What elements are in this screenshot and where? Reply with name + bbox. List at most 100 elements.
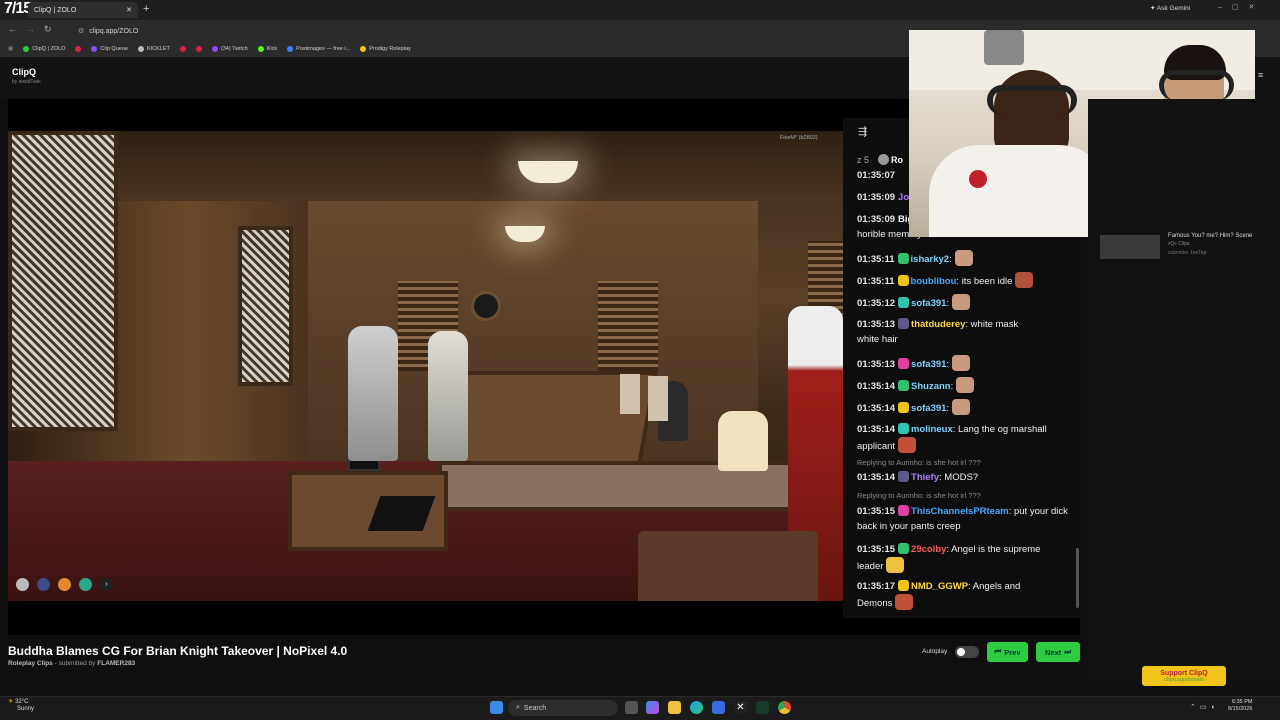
app-icon[interactable] [756,701,769,714]
chat-message: 01:35:12 sofa391: [857,294,1072,311]
chat-text: : [946,298,950,309]
prev-button[interactable]: ⏮ Prev [987,642,1028,662]
chat-username[interactable]: sofa391 [911,359,946,370]
chat-username[interactable]: molineux [911,424,953,435]
voice-icon: › [100,578,113,591]
next-label: Next [1044,647,1062,657]
subscriber-badge-icon [898,318,910,329]
chat-username[interactable]: NMD_GGWP [911,581,968,592]
chat-username[interactable]: boublibou [911,276,957,287]
support-button[interactable]: Support ClipQ clipq.app/donate [1142,666,1226,686]
bookmark-item[interactable]: Kick [257,46,277,52]
chat-text: : its been idle [956,276,1013,287]
url-field[interactable]: ⚙ clipq.app/ZOLO [72,24,902,38]
site-logo[interactable]: ClipQ [12,67,36,77]
chat-username[interactable]: 29colby [911,544,946,555]
store-icon[interactable] [712,701,725,714]
bookmark-item[interactable]: (34) Twitch [211,46,248,52]
chat-username[interactable]: isharky2 [911,254,950,265]
avatar [877,154,889,165]
chat-emote-icon [956,377,975,393]
chat-text: : white mask [965,319,1019,330]
bookmark-item[interactable] [179,46,186,52]
settings-icon[interactable]: ≡ [1258,70,1263,80]
reload-icon[interactable]: ↻ [44,24,52,35]
search-label: Search [523,704,547,712]
chat-text: : Angels and [968,581,1021,592]
chat-timestamp: 01:35:17 [857,581,896,592]
back-icon[interactable]: ← [8,24,17,34]
weather-desc: Sunny [17,706,35,712]
bookmark-item[interactable] [75,46,82,52]
bookmark-item[interactable]: Prodigy Roleplay [360,46,411,52]
thirst-icon [79,578,92,591]
apps-icon[interactable]: ▦ [8,46,13,52]
queue-thumbnail[interactable] [1100,235,1160,259]
chat-username[interactable]: sofa391 [911,403,946,414]
chat-username[interactable]: thatduderey [911,319,965,330]
chat-timestamp: 01:35:11 [857,254,895,265]
sun-icon: ☀ [8,699,14,705]
chat-collapse-icon[interactable]: ⇶ [858,125,867,138]
chat-scrollbar[interactable] [1076,548,1079,608]
browser-tab[interactable]: ClipQ | ZOLO ✕ [28,2,138,18]
chat-message: 01:35:14 Shuzann: [857,377,1072,394]
copilot-icon[interactable] [646,701,659,714]
chat-message: 01:35:13 thatduderey: white mask white hai… [857,317,1072,347]
subscriber-badge-icon [897,253,909,264]
bookmark-item[interactable] [195,46,202,52]
queue-item-submitter: submitter 1neTap [1168,250,1207,256]
taskbar-search[interactable]: ⌕ Search [508,700,618,716]
chat-username[interactable]: sofa391 [911,298,946,309]
queue-item-title[interactable]: Famous You? me? Him? Scene [1168,233,1278,239]
weather-widget[interactable]: ☀ 32°C Sunny [8,699,34,713]
chat-timestamp: 01:35:14 [857,472,896,483]
clock-date: 8/15/2026 [1228,706,1253,712]
chat-timestamp: 01:35:09 [857,192,896,203]
chat-timestamp: 01:35:15 [857,506,896,517]
subscriber-badge-icon [898,380,910,391]
bookmark-item[interactable]: KICKLET [137,46,170,52]
subscriber-badge-icon [898,471,910,482]
bookmark-item[interactable]: Clip Queue [91,46,128,52]
window-controls[interactable]: –▢✕ [1218,3,1264,11]
chat-message: 01:35:13 sofa391: [857,355,1072,372]
bookmark-item[interactable]: Postimages — free i... [287,46,350,52]
bookmark-item[interactable]: ClipQ | ZOLO [23,46,65,52]
chat-username[interactable]: Thiefy [911,472,939,483]
chat-text: : put your dick [1008,506,1068,517]
close-icon[interactable]: ✕ [126,6,132,14]
chat-timestamp: 01:35:09 [857,214,896,225]
hunger-icon [58,578,71,591]
clip-submitter[interactable]: FLAMER283 [97,660,135,667]
system-tray[interactable]: ⌃▭◖ [1190,703,1219,711]
chat-timestamp: 01:35:13 [857,319,896,330]
chat-text: : [946,359,950,370]
chat-message: 01:35:11 isharky2: [857,250,1072,267]
start-icon[interactable] [490,701,503,714]
ask-gemini-button[interactable]: ✦ Ask Gemini [1150,4,1190,12]
clip-category[interactable]: Roleplay Clips [8,660,53,667]
chat-message: 01:35:14 Thiefy: MODS? [857,470,1072,485]
queue-sidebar [1088,99,1280,679]
site-info-icon: ⚙ [78,28,85,35]
chat-text-continued: Demons [857,598,893,609]
taskbar-clock[interactable]: 6:35 PM 8/15/2026 [1228,699,1252,713]
chat-message: 01:35:17 NMD_GGWP: Angels and Demons [857,579,1072,611]
chat-message: 01:35:15 ThisChannelsPRteam: put your dic… [857,504,1072,534]
task-view-icon[interactable] [625,701,638,714]
subscriber-badge-icon [898,543,910,554]
edge-icon[interactable] [690,701,703,714]
file-explorer-icon[interactable] [668,701,681,714]
forward-icon[interactable]: → [26,24,35,34]
chat-username[interactable]: Shuzann [911,381,951,392]
capcut-icon[interactable]: ✕ [734,701,747,714]
chat-emote-icon [952,399,971,415]
video-frame [8,131,843,601]
chat-timestamp: 01:35:07 [857,170,896,181]
chat-username[interactable]: ThisChannelsPRteam [911,506,1009,517]
next-button[interactable]: Next ⏭ [1036,642,1080,662]
subscriber-badge-icon [898,580,910,591]
new-tab-icon[interactable]: + [143,3,149,15]
chrome-icon[interactable] [778,701,791,714]
